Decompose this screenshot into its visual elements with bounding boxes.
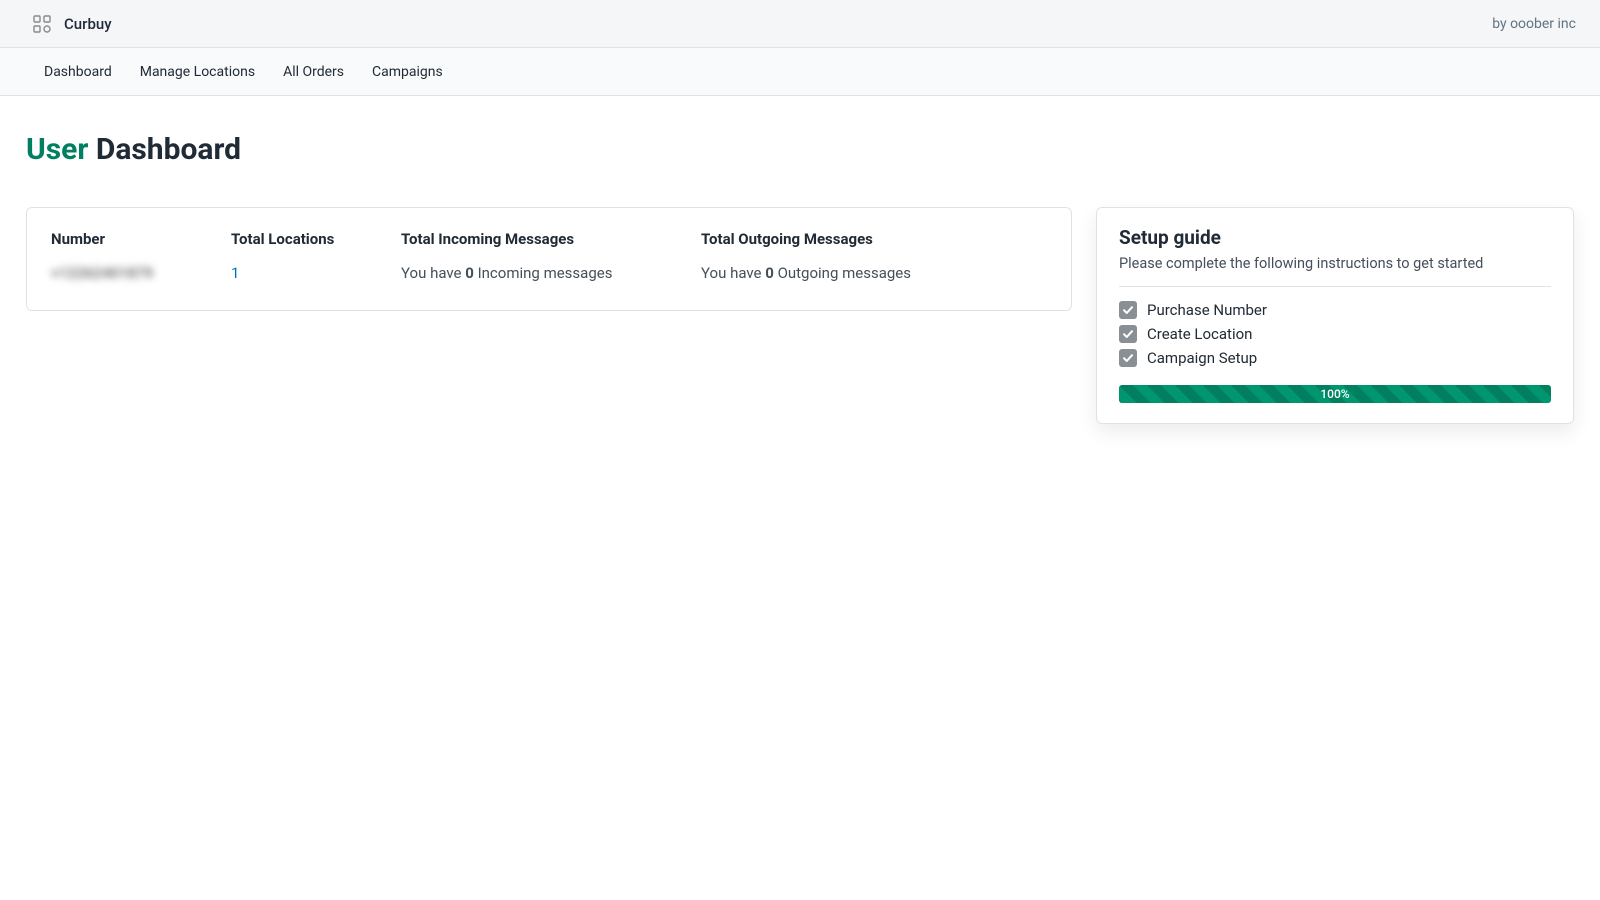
stat-locations-label: Total Locations	[231, 230, 361, 248]
setup-item-purchase-number[interactable]: Purchase Number	[1119, 301, 1551, 319]
app-name: Curbuy	[64, 15, 112, 33]
setup-guide-description: Please complete the following instructio…	[1119, 255, 1551, 287]
check-icon	[1119, 349, 1137, 367]
stat-outgoing-count: 0	[765, 264, 774, 282]
stat-outgoing: Total Outgoing Messages You have 0 Outgo…	[701, 230, 941, 282]
stat-incoming-count: 0	[465, 264, 474, 282]
setup-progress-label: 100%	[1320, 387, 1349, 401]
setup-guide-card: Setup guide Please complete the followin…	[1096, 207, 1574, 424]
stat-outgoing-suffix: Outgoing messages	[774, 264, 911, 282]
stat-incoming-suffix: Incoming messages	[474, 264, 613, 282]
stats-section: Number +12262401879 Total Locations 1 To…	[26, 207, 1072, 311]
stat-locations-value[interactable]: 1	[231, 264, 361, 282]
navbar: Dashboard Manage Locations All Orders Ca…	[0, 48, 1600, 96]
stat-incoming-label: Total Incoming Messages	[401, 230, 661, 248]
vendor-label: by ooober inc	[1492, 16, 1576, 32]
stat-number-value: +12262401879	[51, 264, 191, 282]
stat-number-label: Number	[51, 230, 191, 248]
setup-item-campaign-setup[interactable]: Campaign Setup	[1119, 349, 1551, 367]
stats-card: Number +12262401879 Total Locations 1 To…	[26, 207, 1072, 311]
stat-outgoing-prefix: You have	[701, 264, 765, 282]
stat-outgoing-label: Total Outgoing Messages	[701, 230, 941, 248]
stat-incoming-value: You have 0 Incoming messages	[401, 264, 661, 282]
stat-number: Number +12262401879	[51, 230, 191, 282]
stat-incoming: Total Incoming Messages You have 0 Incom…	[401, 230, 661, 282]
setup-item-label: Purchase Number	[1147, 301, 1267, 319]
nav-item-manage-locations[interactable]: Manage Locations	[140, 60, 255, 84]
stat-incoming-prefix: You have	[401, 264, 465, 282]
stat-locations: Total Locations 1	[231, 230, 361, 282]
setup-guide-items: Purchase Number Create Location Campaign…	[1119, 301, 1551, 367]
setup-progress-bar: 100%	[1119, 385, 1551, 403]
stat-outgoing-value: You have 0 Outgoing messages	[701, 264, 941, 282]
nav-item-campaigns[interactable]: Campaigns	[372, 60, 443, 84]
page-title-highlight: User	[26, 132, 88, 167]
page-title-rest: Dashboard	[88, 132, 241, 167]
page-title: User Dashboard	[26, 132, 241, 167]
app-logo-icon	[32, 14, 52, 34]
check-icon	[1119, 325, 1137, 343]
nav-item-dashboard[interactable]: Dashboard	[44, 60, 112, 84]
setup-guide-title: Setup guide	[1119, 226, 1551, 249]
check-icon	[1119, 301, 1137, 319]
topbar-left: Curbuy	[32, 14, 112, 34]
setup-item-create-location[interactable]: Create Location	[1119, 325, 1551, 343]
topbar: Curbuy by ooober inc	[0, 0, 1600, 48]
setup-item-label: Campaign Setup	[1147, 349, 1257, 367]
nav-item-all-orders[interactable]: All Orders	[283, 60, 344, 84]
setup-item-label: Create Location	[1147, 325, 1252, 343]
